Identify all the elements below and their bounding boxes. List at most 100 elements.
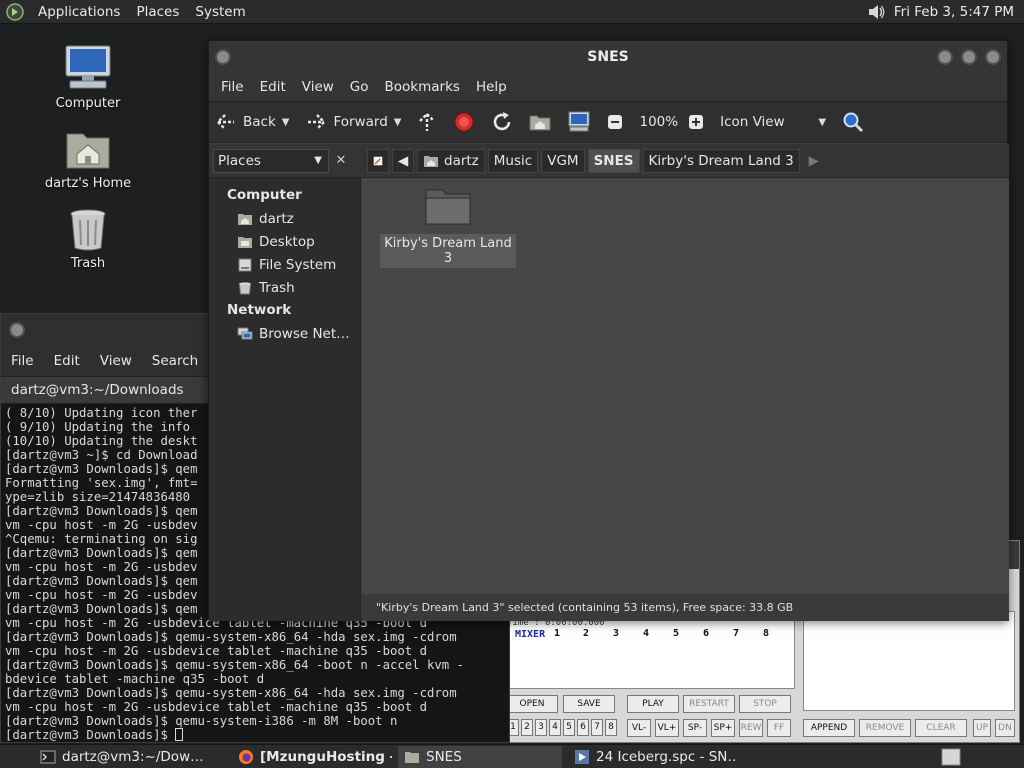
- up-button[interactable]: [417, 111, 443, 133]
- search-button[interactable]: [842, 111, 870, 133]
- breadcrumb-snes[interactable]: SNES: [587, 149, 640, 173]
- file-manager-window[interactable]: SNES File Edit View Go Bookmarks Help Ba…: [208, 40, 1009, 621]
- home-button[interactable]: [529, 112, 557, 132]
- edit-location-button[interactable]: [367, 149, 389, 173]
- desktop-icon-label: Trash: [70, 256, 106, 271]
- menu-bookmarks[interactable]: Bookmarks: [377, 79, 468, 95]
- back-history-dropdown-icon[interactable]: ▼: [282, 117, 290, 128]
- view-mode-select[interactable]: Icon View ▼: [720, 114, 832, 130]
- track-4-button[interactable]: 4: [549, 719, 561, 736]
- sidebar-type-select[interactable]: Places ▼: [213, 149, 329, 173]
- volume-up-button[interactable]: VL+: [655, 719, 679, 737]
- terminal-cursor: [175, 728, 184, 741]
- file-view-pane[interactable]: Kirby's Dream Land 3: [362, 178, 1009, 594]
- zoom-level[interactable]: 100%: [639, 114, 678, 130]
- player-icon: [575, 749, 589, 764]
- breadcrumb-dartz[interactable]: dartz: [417, 149, 485, 173]
- workspace-switcher-icon[interactable]: [940, 747, 964, 767]
- restart-button[interactable]: RESTART: [683, 695, 735, 713]
- fm-titlebar[interactable]: SNES: [209, 41, 1007, 73]
- append-button[interactable]: APPEND: [803, 719, 855, 737]
- sidebar-item-desktop[interactable]: Desktop: [209, 230, 360, 253]
- close-sidebar-icon[interactable]: ✕: [331, 149, 351, 173]
- sidebar-heading-computer: Computer: [227, 187, 302, 203]
- distro-logo-icon[interactable]: [6, 2, 24, 21]
- move-up-button[interactable]: UP: [973, 719, 991, 737]
- save-button[interactable]: SAVE: [563, 695, 615, 713]
- zoom-out-button[interactable]: [607, 114, 629, 130]
- playlist-box[interactable]: [803, 611, 1015, 711]
- window-menu-button[interactable]: [215, 49, 231, 65]
- forward-button[interactable]: Forward ▼: [305, 112, 407, 132]
- open-button[interactable]: OPEN: [506, 695, 558, 713]
- channel-label: 1: [554, 628, 561, 639]
- breadcrumb-scroll-left[interactable]: ◀: [392, 149, 414, 173]
- desktop-icon-home[interactable]: dartz's Home: [33, 126, 143, 191]
- back-button[interactable]: Back ▼: [215, 112, 295, 132]
- sidebar-item-trash[interactable]: Trash: [209, 276, 360, 299]
- sidebar-item-file-system[interactable]: File System: [209, 253, 360, 276]
- menu-edit[interactable]: Edit: [252, 79, 294, 95]
- channel-label: 7: [733, 628, 740, 639]
- breadcrumb-kirbys-dream-land-3[interactable]: Kirby's Dream Land 3: [642, 149, 800, 173]
- window-menu-button[interactable]: [9, 322, 25, 338]
- mixer-panel: [505, 619, 795, 689]
- move-down-button[interactable]: DN: [995, 719, 1015, 737]
- minimize-button[interactable]: [937, 49, 953, 65]
- remove-button[interactable]: REMOVE: [859, 719, 911, 737]
- desktop-icon-trash[interactable]: Trash: [33, 206, 143, 271]
- menu-view[interactable]: View: [294, 79, 342, 95]
- rewind-button[interactable]: REW: [739, 719, 763, 737]
- track-7-button[interactable]: 7: [591, 719, 603, 736]
- track-6-button[interactable]: 6: [577, 719, 589, 736]
- menu-file[interactable]: File: [213, 79, 252, 95]
- chevron-right-icon: ▶: [808, 153, 819, 169]
- folder-item[interactable]: Kirby's Dream Land 3: [380, 186, 516, 268]
- menu-applications[interactable]: Applications: [30, 4, 128, 20]
- panel-clock[interactable]: Fri Feb 3, 5:47 PM: [894, 4, 1024, 20]
- terminal-menu-edit[interactable]: Edit: [44, 353, 90, 369]
- track-2-button[interactable]: 2: [521, 719, 533, 736]
- forward-history-dropdown-icon[interactable]: ▼: [394, 117, 402, 128]
- sidebar-item-dartz[interactable]: dartz: [209, 207, 360, 230]
- menu-system[interactable]: System: [187, 4, 253, 20]
- speed-up-button[interactable]: SP+: [711, 719, 735, 737]
- play-button[interactable]: PLAY: [627, 695, 679, 713]
- sidebar-item-browse-network[interactable]: Browse Net…: [209, 322, 360, 345]
- fast-forward-button[interactable]: FF: [767, 719, 791, 737]
- clear-button[interactable]: CLEAR: [915, 719, 967, 737]
- volume-down-button[interactable]: VL-: [627, 719, 651, 737]
- sidebar-type-dropdown-icon: ▼: [314, 155, 322, 166]
- terminal-menu-search[interactable]: Search: [142, 353, 208, 369]
- menu-help[interactable]: Help: [468, 79, 515, 95]
- close-button[interactable]: [985, 49, 1001, 65]
- menu-go[interactable]: Go: [342, 79, 377, 95]
- menu-places[interactable]: Places: [128, 4, 187, 20]
- breadcrumb-music[interactable]: Music: [487, 149, 539, 173]
- breadcrumb-vgm[interactable]: VGM: [541, 149, 585, 173]
- maximize-button[interactable]: [961, 49, 977, 65]
- taskbar-item-firefox[interactable]: [MzunguHosting - …: [232, 746, 392, 768]
- track-5-button[interactable]: 5: [563, 719, 575, 736]
- terminal-menu-view[interactable]: View: [90, 353, 142, 369]
- computer-button[interactable]: [567, 111, 597, 133]
- desktop-icon-computer[interactable]: Computer: [33, 44, 143, 111]
- zoom-in-button[interactable]: [688, 114, 710, 130]
- taskbar-item-snes[interactable]: SNES: [398, 745, 562, 768]
- terminal-menu-file[interactable]: File: [1, 353, 44, 369]
- channel-label: 3: [613, 628, 620, 639]
- taskbar-item-terminal[interactable]: dartz@vm3:~/Dow…: [34, 746, 226, 768]
- speed-down-button[interactable]: SP-: [683, 719, 707, 737]
- folder-icon: [425, 189, 471, 225]
- home-folder-icon: [66, 133, 110, 169]
- stop-button[interactable]: STOP: [739, 695, 791, 713]
- forward-arrow-icon: [308, 114, 327, 130]
- breadcrumb-scroll-right[interactable]: ▶: [802, 149, 825, 173]
- track-3-button[interactable]: 3: [535, 719, 547, 736]
- stop-button[interactable]: [453, 111, 481, 133]
- breadcrumb: ◀ dartz Music VGM SNES Kirby's Dream Lan…: [367, 149, 828, 173]
- track-8-button[interactable]: 8: [605, 719, 617, 736]
- taskbar-item-player[interactable]: 24 Iceberg.spc - SN…: [568, 746, 738, 768]
- reload-button[interactable]: [491, 111, 519, 133]
- volume-icon[interactable]: [866, 2, 886, 22]
